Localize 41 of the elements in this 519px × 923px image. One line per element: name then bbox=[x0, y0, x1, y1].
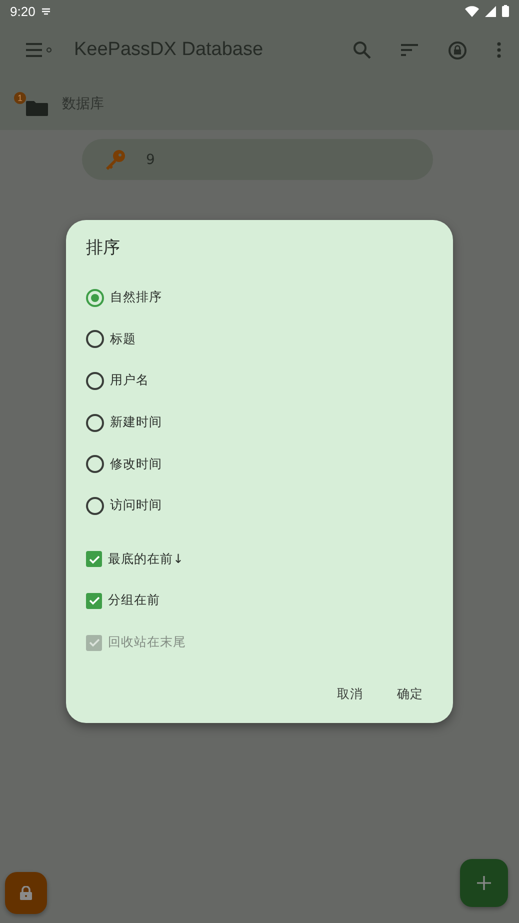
radio-button[interactable] bbox=[86, 372, 104, 390]
plus-icon bbox=[477, 876, 491, 890]
radio-button[interactable] bbox=[86, 455, 104, 474]
lock-icon bbox=[20, 886, 32, 900]
option-label: 分组在前 bbox=[108, 592, 160, 610]
checkbox[interactable] bbox=[86, 592, 102, 609]
wifi-icon bbox=[465, 6, 479, 16]
radio-button[interactable] bbox=[86, 414, 104, 432]
radio-button[interactable] bbox=[86, 288, 104, 307]
notification-icon bbox=[41, 6, 52, 16]
dialog-button[interactable]: 取消 bbox=[327, 680, 373, 709]
battery-icon bbox=[502, 5, 509, 17]
option-label: 新建时间 bbox=[110, 414, 162, 432]
option-label: 回收站在末尾 bbox=[108, 634, 186, 652]
radio-button[interactable] bbox=[86, 330, 104, 348]
option-label: 修改时间 bbox=[110, 456, 162, 473]
lock-icon bbox=[448, 40, 467, 60]
search-icon bbox=[353, 41, 371, 59]
radio-button[interactable] bbox=[86, 496, 104, 515]
dialog-title: 排序 bbox=[86, 237, 121, 259]
check-icon bbox=[88, 596, 100, 606]
checkbox[interactable] bbox=[86, 551, 102, 568]
check-icon bbox=[88, 638, 100, 648]
option-label: 访问时间 bbox=[110, 497, 162, 514]
folder-icon bbox=[26, 100, 48, 116]
signal-icon bbox=[485, 6, 496, 16]
option-label: 标题 bbox=[110, 330, 136, 348]
option-label: 最底的在前↓ bbox=[108, 550, 184, 568]
lock-fab[interactable] bbox=[5, 872, 47, 914]
toolbar-title: KeePassDX Database bbox=[74, 39, 264, 61]
status-time: 9:20 bbox=[10, 4, 36, 18]
sort-icon bbox=[401, 44, 418, 56]
add-fab[interactable] bbox=[460, 859, 508, 907]
check-icon bbox=[88, 554, 100, 564]
menu-icon bbox=[26, 43, 52, 57]
option-label: 用户名 bbox=[110, 372, 149, 390]
key-icon bbox=[104, 148, 126, 170]
dialog-button[interactable]: 确定 bbox=[387, 680, 433, 709]
option-label: 自然排序 bbox=[110, 289, 162, 306]
count-badge: 1 bbox=[14, 92, 26, 104]
more-icon bbox=[497, 42, 501, 58]
